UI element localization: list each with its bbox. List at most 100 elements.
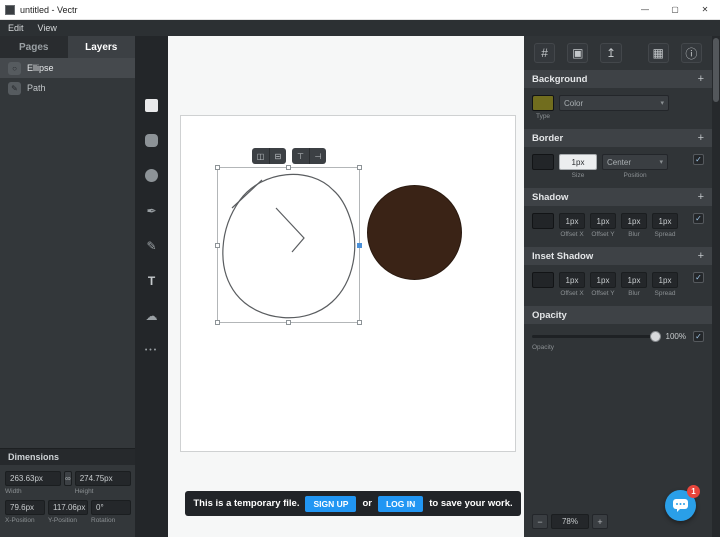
share-icon[interactable]: ▦ [648, 43, 669, 63]
opacity-section-header: Opacity [524, 306, 712, 324]
dimensions-panel: Dimensions 263.63px Width ∞ 274.75px Hei… [0, 448, 135, 537]
inset-shadow-blur-field[interactable]: 1px [621, 272, 647, 288]
inset-shadow-section-header: Inset Shadow + [524, 247, 712, 265]
flip-vertical-icon[interactable]: ⊟ [269, 148, 286, 164]
ellipse-layer-icon: ○ [8, 62, 21, 75]
export-icon[interactable]: ↥ [600, 43, 621, 63]
layer-item-ellipse[interactable]: ○ Ellipse [0, 58, 135, 78]
path-shape[interactable] [218, 168, 359, 322]
shadow-blur-field[interactable]: 1px [621, 213, 647, 229]
inset-shadow-color-swatch[interactable] [532, 272, 554, 288]
notice-text: This is a temporary file. [193, 498, 299, 509]
inset-shadow-enabled-checkbox[interactable]: ✓ [693, 272, 704, 283]
x-position-label: X-Position [5, 517, 45, 524]
tab-layers[interactable]: Layers [68, 36, 136, 58]
menubar: Edit View [0, 20, 720, 36]
y-position-field[interactable]: 117.06px [48, 500, 88, 515]
border-position-dropdown[interactable]: Center ▾ [602, 154, 668, 170]
border-color-swatch[interactable] [532, 154, 554, 170]
border-size-field[interactable]: 1px [559, 154, 597, 170]
tab-pages[interactable]: Pages [0, 36, 68, 58]
handle-se[interactable] [357, 320, 362, 325]
handle-w[interactable] [215, 243, 220, 248]
add-background-button[interactable]: + [698, 73, 704, 85]
layer-label: Ellipse [27, 63, 54, 73]
panel-tabs: Pages Layers [0, 36, 135, 58]
vertical-scrollbar[interactable] [712, 36, 720, 537]
handle-ne[interactable] [357, 165, 362, 170]
menu-edit[interactable]: Edit [8, 23, 24, 33]
height-field[interactable]: 274.75px [75, 471, 131, 486]
layer-item-path[interactable]: ✎ Path [0, 78, 135, 98]
chevron-down-icon: ▾ [654, 99, 664, 107]
background-type-dropdown[interactable]: Color ▾ [559, 95, 669, 111]
align-left-icon[interactable]: ⊣ [309, 148, 326, 164]
pen-tool[interactable]: ✒ [135, 193, 168, 228]
canvas-area[interactable]: ◫ ⊟ ⊤ ⊣ This is a temporary file. SIGN U… [168, 36, 524, 537]
more-icon: ••• [145, 347, 158, 354]
opacity-slider-knob[interactable] [650, 331, 661, 342]
zoom-in-button[interactable]: + [592, 514, 608, 529]
handle-s[interactable] [286, 320, 291, 325]
chat-launcher[interactable]: 1 [665, 490, 696, 521]
tool-strip: ✒ ✎ T ☁ ••• [135, 36, 168, 537]
minimize-button[interactable]: — [630, 0, 660, 19]
left-panel: Pages Layers ○ Ellipse ✎ Path Dimensions… [0, 36, 135, 537]
log-in-button[interactable]: LOG IN [378, 496, 423, 512]
window-title: untitled - Vectr [20, 5, 78, 15]
cloud-upload-tool[interactable]: ☁ [135, 298, 168, 333]
inset-shadow-spread-field[interactable]: 1px [652, 272, 678, 288]
snap-grid-icon[interactable]: # [534, 43, 555, 63]
scrollbar-thumb[interactable] [713, 38, 719, 102]
shadow-color-swatch[interactable] [532, 213, 554, 229]
rotation-field[interactable]: 0° [91, 500, 131, 515]
opacity-slider[interactable] [532, 335, 659, 338]
add-inset-shadow-button[interactable]: + [698, 250, 704, 262]
handle-nw[interactable] [215, 165, 220, 170]
selection-box[interactable] [217, 167, 360, 323]
rectangle-tool[interactable] [135, 88, 168, 123]
shadow-offset-y-field[interactable]: 1px [590, 213, 616, 229]
ellipse-tool[interactable] [135, 158, 168, 193]
pen-icon: ✒ [146, 204, 156, 218]
inset-shadow-offset-x-field[interactable]: 1px [559, 272, 585, 288]
close-button[interactable]: ✕ [690, 0, 720, 19]
flip-horizontal-icon[interactable]: ◫ [252, 148, 269, 164]
width-field[interactable]: 263.63px [5, 471, 61, 486]
shadow-title: Shadow [532, 192, 568, 203]
border-enabled-checkbox[interactable]: ✓ [693, 154, 704, 165]
menu-view[interactable]: View [38, 23, 57, 33]
cloud-icon: ☁ [146, 309, 158, 323]
text-tool[interactable]: T [135, 263, 168, 298]
pencil-tool[interactable]: ✎ [135, 228, 168, 263]
background-section-header: Background + [524, 70, 712, 88]
chat-icon [673, 499, 688, 513]
align-top-icon[interactable]: ⊤ [292, 148, 309, 164]
shadow-enabled-checkbox[interactable]: ✓ [693, 213, 704, 224]
shadow-spread-field[interactable]: 1px [652, 213, 678, 229]
add-border-button[interactable]: + [698, 132, 704, 144]
inset-shadow-offset-y-field[interactable]: 1px [590, 272, 616, 288]
shadow-offset-x-field[interactable]: 1px [559, 213, 585, 229]
add-shadow-button[interactable]: + [698, 191, 704, 203]
more-tools-button[interactable]: ••• [135, 333, 168, 368]
y-position-label: Y-Position [48, 517, 88, 524]
info-icon[interactable]: ⓘ [681, 43, 702, 63]
zoom-level-field[interactable]: 78% [551, 514, 589, 529]
lock-aspect-icon[interactable]: ∞ [64, 471, 72, 486]
sign-up-button[interactable]: SIGN UP [305, 496, 356, 512]
opacity-enabled-checkbox[interactable]: ✓ [693, 331, 704, 342]
handle-n[interactable] [286, 165, 291, 170]
background-title: Background [532, 74, 587, 85]
handle-sw[interactable] [215, 320, 220, 325]
background-color-swatch[interactable] [532, 95, 554, 111]
chevron-down-icon: ▾ [653, 158, 663, 166]
height-label: Height [75, 488, 131, 495]
maximize-button[interactable]: ▢ [660, 0, 690, 19]
x-position-field[interactable]: 79.6px [5, 500, 45, 515]
handle-e[interactable] [357, 243, 362, 248]
duplicate-icon[interactable]: ▣ [567, 43, 588, 63]
ellipse-shape[interactable] [366, 184, 463, 281]
rounded-rectangle-tool[interactable] [135, 123, 168, 158]
zoom-out-button[interactable]: − [532, 514, 548, 529]
